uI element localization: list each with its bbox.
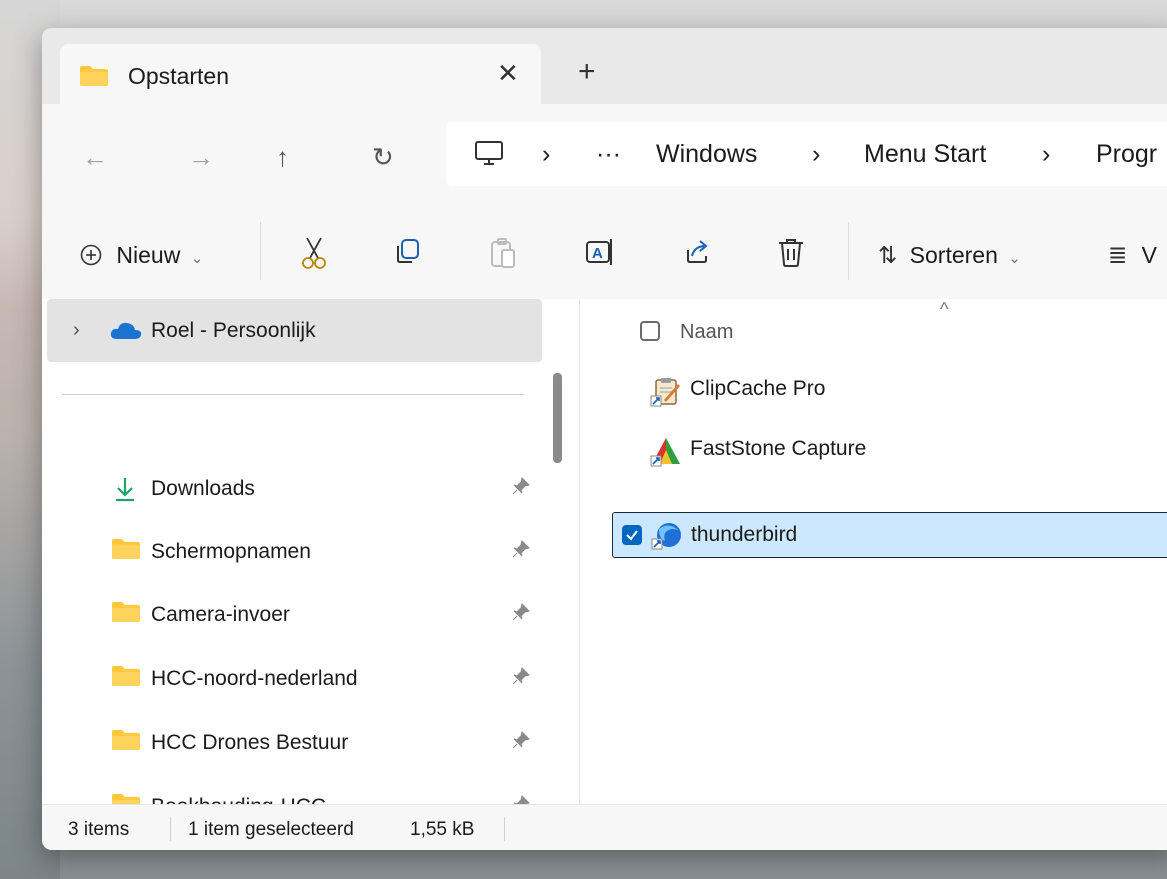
- sort-indicator-icon: ^: [940, 299, 949, 319]
- new-tab-button[interactable]: +: [578, 57, 596, 87]
- delete-button[interactable]: [776, 236, 806, 273]
- toolbar-divider: [848, 222, 849, 280]
- new-button[interactable]: Nieuw ⌄: [80, 242, 203, 272]
- view-icon: ≣: [1108, 242, 1128, 268]
- clipboard-icon: [491, 238, 515, 268]
- sidebar-scrollbar[interactable]: [553, 373, 562, 463]
- file-name: ClipCache Pro: [690, 377, 826, 400]
- paste-button: [488, 236, 518, 275]
- folder-icon: [79, 65, 109, 92]
- sidebar-item-hcc-noord-nederland[interactable]: HCC-noord-nederland: [42, 649, 579, 709]
- command-bar: Nieuw ⌄ A ⇅ Sorteren ⌄ ≣ V: [42, 206, 1167, 300]
- sidebar-item-boekhouding-hcc[interactable]: Boekhouding-HCC: [42, 777, 579, 804]
- pin-icon[interactable]: [511, 539, 531, 564]
- computer-icon[interactable]: [474, 140, 504, 173]
- new-button-label: Nieuw: [116, 242, 181, 268]
- folder-icon: [111, 538, 141, 565]
- status-bar: 3 items 1 item geselecteerd 1,55 kB: [42, 804, 1167, 850]
- share-button[interactable]: [682, 236, 712, 271]
- breadcrumb-separator[interactable]: ›: [1042, 140, 1050, 169]
- rename-button[interactable]: A: [584, 236, 616, 273]
- clipcache-app-icon: [650, 376, 682, 413]
- pin-icon[interactable]: [511, 730, 531, 755]
- breadcrumb-item-programs[interactable]: Progr: [1096, 140, 1157, 169]
- pin-icon[interactable]: [511, 602, 531, 627]
- breadcrumb-overflow[interactable]: ···: [596, 140, 621, 169]
- copy-button[interactable]: [392, 236, 422, 271]
- list-item-selected[interactable]: thunderbird: [612, 512, 1167, 558]
- faststone-app-icon: [650, 436, 682, 473]
- file-name: thunderbird: [691, 523, 798, 546]
- folder-icon: [111, 793, 141, 804]
- title-bar: Opstarten ✕ +: [42, 28, 1167, 105]
- sidebar-item-label: Downloads: [151, 477, 255, 500]
- pin-icon[interactable]: [511, 666, 531, 691]
- sidebar-item-onedrive[interactable]: › Roel - Persoonlijk: [47, 299, 542, 362]
- scissors-icon: [302, 237, 326, 269]
- sidebar-item-label: HCC-noord-nederland: [151, 667, 358, 690]
- folder-icon: [111, 729, 141, 756]
- up-arrow-icon[interactable]: ↑: [276, 144, 289, 170]
- status-selection: 1 item geselecteerd: [188, 819, 354, 840]
- chevron-right-icon[interactable]: ›: [73, 319, 80, 342]
- sidebar-item-label: Schermopnamen: [151, 540, 311, 563]
- sidebar-item-schermopnamen[interactable]: Schermopnamen: [42, 522, 579, 582]
- file-list: ^ Naam ClipCache Pro FastStone Capture t…: [580, 299, 1167, 804]
- pin-icon[interactable]: [511, 476, 531, 501]
- chevron-down-icon: ⌄: [190, 250, 204, 267]
- copy-icon: [397, 239, 419, 263]
- sidebar-item-label: HCC Drones Bestuur: [151, 731, 349, 754]
- sidebar-item-downloads[interactable]: Downloads: [42, 459, 579, 519]
- navigation-bar: ← → ↑ ↻ › ··· Windows › Menu Start › Pro…: [42, 104, 1167, 207]
- list-item[interactable]: ClipCache Pro: [612, 367, 1167, 413]
- address-bar[interactable]: › ··· Windows › Menu Start › Progr: [446, 122, 1167, 186]
- toolbar-divider: [260, 222, 261, 280]
- status-item-count: 3 items: [68, 819, 130, 840]
- rename-icon: A: [586, 239, 612, 265]
- breadcrumb-separator[interactable]: ›: [542, 140, 550, 169]
- chevron-down-icon: ⌄: [1008, 250, 1021, 267]
- sidebar-divider: [62, 394, 524, 395]
- pin-icon[interactable]: [511, 794, 531, 804]
- sort-button-label: Sorteren: [909, 242, 998, 268]
- cut-button[interactable]: [298, 236, 330, 275]
- file-name: FastStone Capture: [690, 437, 867, 460]
- refresh-icon[interactable]: ↻: [372, 144, 394, 170]
- svg-text:A: A: [592, 245, 603, 262]
- column-header-label: Naam: [680, 321, 734, 343]
- view-button[interactable]: ≣ V: [1108, 242, 1157, 268]
- share-icon: [687, 240, 708, 263]
- thunderbird-app-icon: [651, 519, 683, 556]
- breadcrumb-item-menu-start[interactable]: Menu Start: [864, 140, 986, 169]
- add-icon: [80, 244, 102, 266]
- folder-icon: [111, 601, 141, 628]
- back-arrow-icon[interactable]: ←: [82, 144, 108, 170]
- status-size: 1,55 kB: [410, 819, 475, 840]
- status-divider: [504, 817, 505, 841]
- trash-icon: [779, 239, 803, 267]
- breadcrumb-item-windows[interactable]: Windows: [656, 140, 757, 169]
- sidebar-item-hcc-drones-bestuur[interactable]: HCC Drones Bestuur: [42, 713, 579, 773]
- close-icon[interactable]: ✕: [497, 58, 519, 89]
- sidebar-item-label: Boekhouding-HCC: [151, 795, 326, 804]
- tab-opstarten[interactable]: Opstarten ✕: [60, 44, 541, 105]
- sidebar-item-label: Roel - Persoonlijk: [151, 319, 316, 342]
- sort-icon: ⇅: [878, 242, 898, 268]
- download-icon: [111, 475, 139, 508]
- tab-title: Opstarten: [128, 63, 229, 89]
- onedrive-cloud-icon: [109, 320, 143, 345]
- sidebar-item-label: Camera-invoer: [151, 603, 290, 626]
- select-all-checkbox[interactable]: [640, 321, 660, 341]
- forward-arrow-icon[interactable]: →: [188, 144, 214, 170]
- status-divider: [170, 817, 171, 841]
- list-item[interactable]: FastStone Capture: [612, 427, 1167, 473]
- breadcrumb-separator[interactable]: ›: [812, 140, 820, 169]
- sort-button[interactable]: ⇅ Sorteren ⌄: [878, 242, 1021, 272]
- checkbox-checked-icon[interactable]: [622, 525, 642, 545]
- navigation-pane: › Roel - Persoonlijk Downloads Schermopn…: [42, 299, 579, 804]
- sidebar-item-camera-invoer[interactable]: Camera-invoer: [42, 585, 579, 645]
- file-explorer-window: Opstarten ✕ + ← → ↑ ↻ › ··· Windows › Me…: [42, 28, 1167, 850]
- view-button-label: V: [1141, 242, 1158, 268]
- folder-icon: [111, 665, 141, 692]
